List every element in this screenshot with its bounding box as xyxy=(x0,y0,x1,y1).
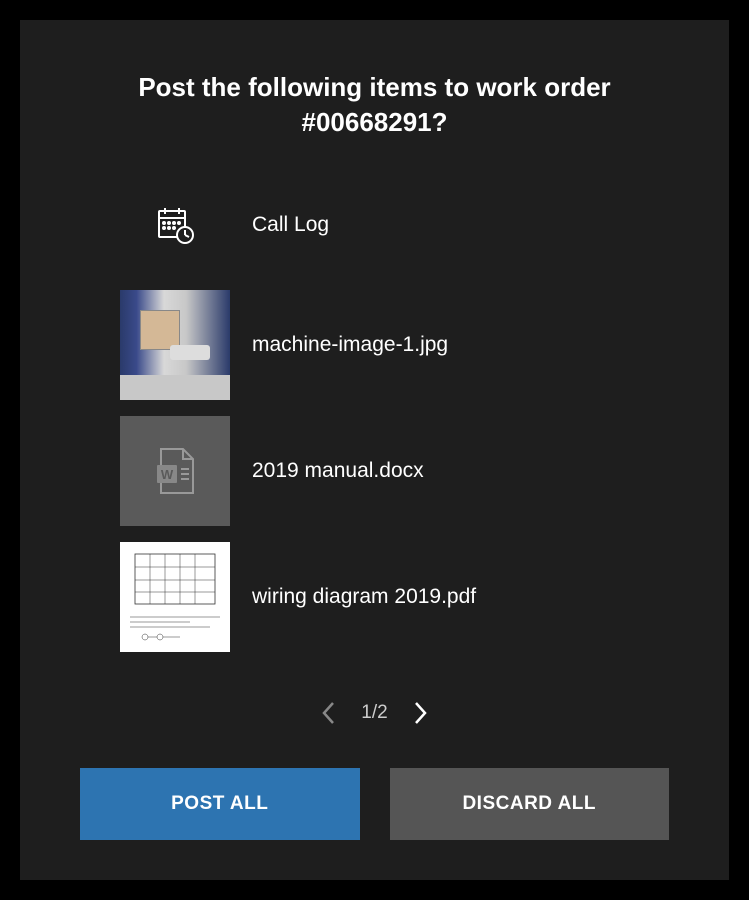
pagination: 1/2 xyxy=(80,698,669,728)
item-label: machine-image-1.jpg xyxy=(252,333,448,357)
word-document-icon: W xyxy=(155,447,195,495)
dialog-title-line2: #00668291? xyxy=(301,107,447,137)
list-item[interactable]: machine-image-1.jpg xyxy=(120,290,669,400)
image-thumbnail xyxy=(120,290,230,400)
dialog-actions: POST ALL DISCARD ALL xyxy=(80,768,669,840)
post-items-dialog: Post the following items to work order #… xyxy=(20,20,729,880)
list-item[interactable]: W 2019 manual.docx xyxy=(120,416,669,526)
discard-all-button[interactable]: DISCARD ALL xyxy=(390,768,670,840)
calendar-clock-icon xyxy=(120,200,230,250)
list-item[interactable]: Call Log xyxy=(120,200,669,250)
next-page-button[interactable] xyxy=(406,698,436,728)
list-item[interactable]: wiring diagram 2019.pdf xyxy=(120,542,669,652)
items-list: Call Log machine-image-1.jpg xyxy=(80,200,669,678)
pdf-thumbnail xyxy=(120,542,230,652)
item-label: Call Log xyxy=(252,213,329,237)
item-label: 2019 manual.docx xyxy=(252,459,424,483)
chevron-left-icon xyxy=(321,701,335,725)
previous-page-button[interactable] xyxy=(313,698,343,728)
chevron-right-icon xyxy=(414,701,428,725)
dialog-title-line1: Post the following items to work order xyxy=(138,72,610,102)
page-indicator: 1/2 xyxy=(361,702,387,724)
svg-text:W: W xyxy=(161,467,174,482)
item-label: wiring diagram 2019.pdf xyxy=(252,585,476,609)
dialog-title: Post the following items to work order #… xyxy=(80,70,669,140)
post-all-button[interactable]: POST ALL xyxy=(80,768,360,840)
docx-thumbnail: W xyxy=(120,416,230,526)
